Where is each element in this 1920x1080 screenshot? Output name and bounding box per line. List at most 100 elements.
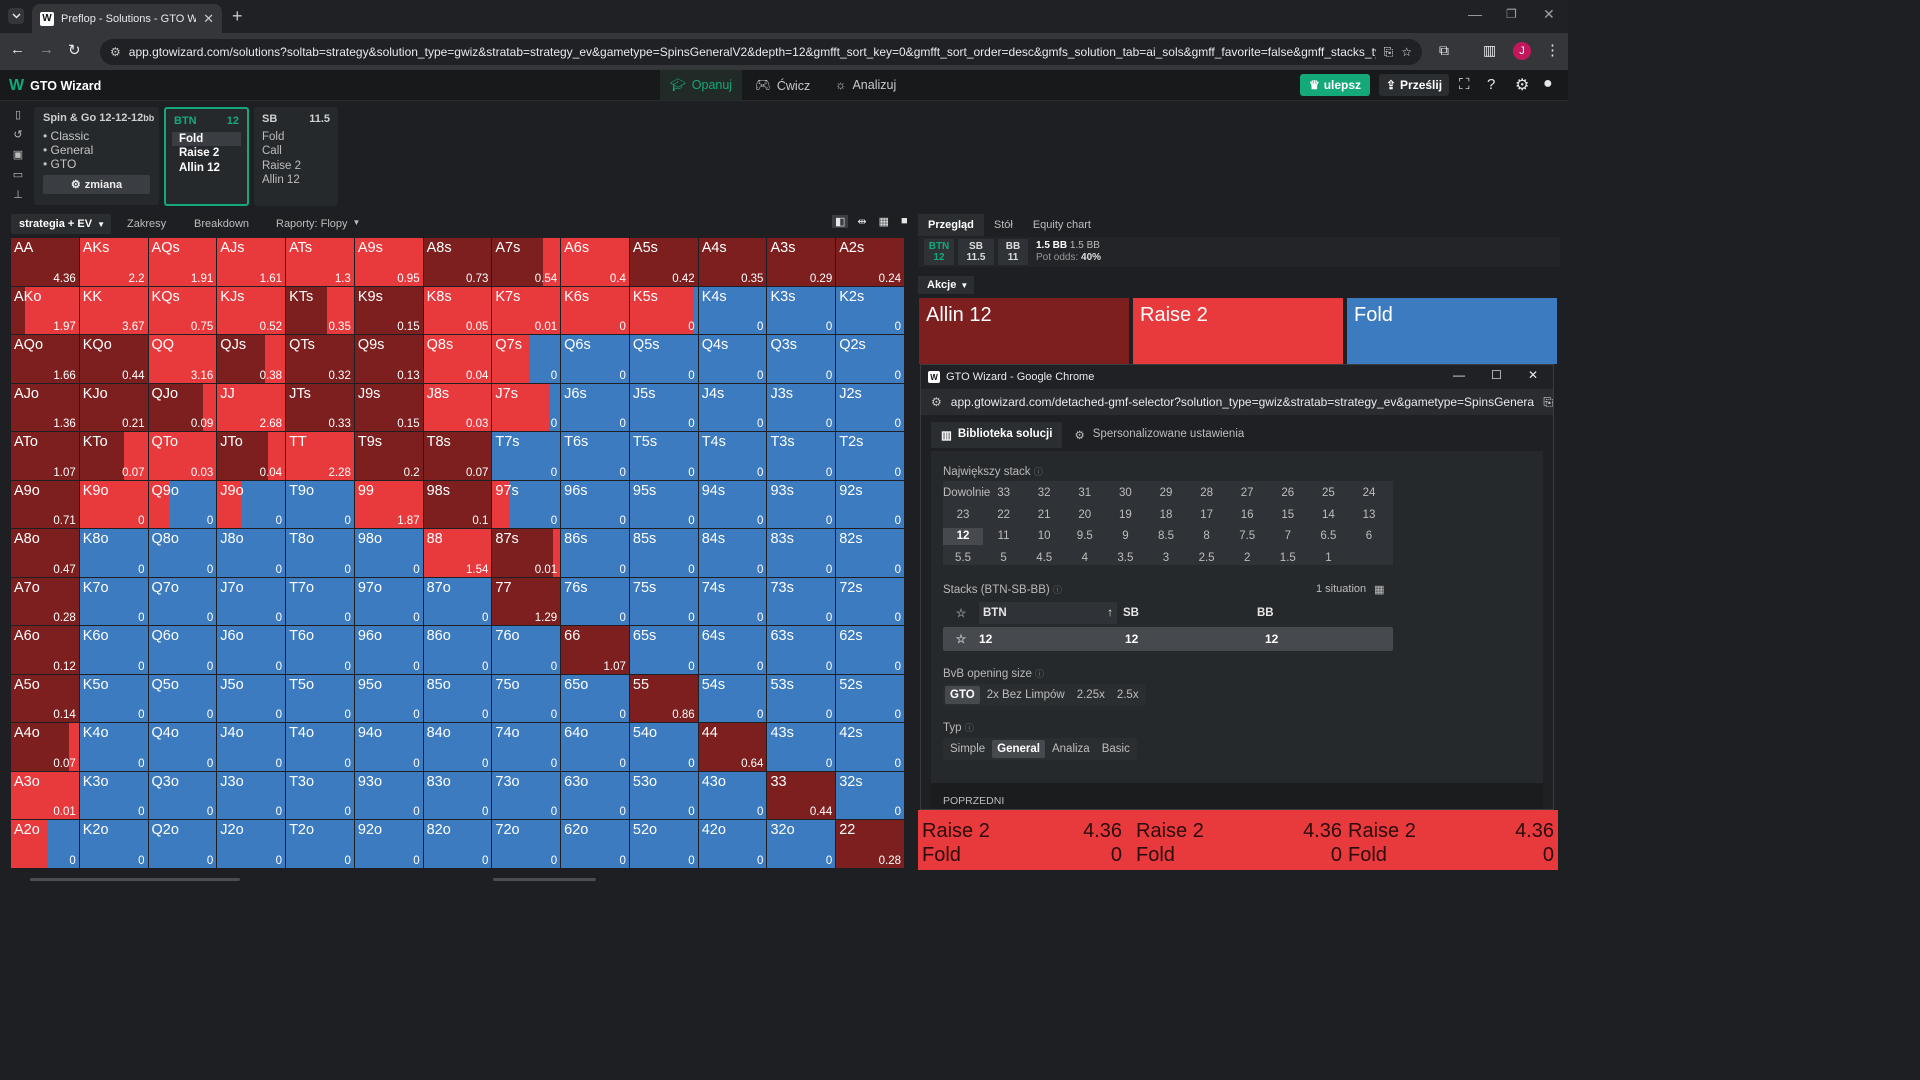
- stack-option[interactable]: 2.5: [1187, 550, 1227, 567]
- hand-cell-a3o[interactable]: A3o 0.01: [11, 771, 79, 820]
- hand-cell-44[interactable]: 44 0.64: [698, 723, 767, 771]
- hand-cell-96s[interactable]: 96s 0: [561, 480, 629, 529]
- btn-action-allin[interactable]: Allin 12: [172, 161, 239, 176]
- hand-cell-a2s[interactable]: A2s 0.24: [836, 238, 904, 286]
- hand-cell-a8o[interactable]: A8o 0.47: [11, 529, 79, 577]
- position-card-sb[interactable]: SB 11.5 Fold Call Raise 2 Allin 12: [254, 107, 338, 206]
- stack-option[interactable]: 7.5: [1227, 528, 1267, 545]
- hand-cell-94o[interactable]: 94o 0: [354, 723, 423, 771]
- hand-cell-j2o[interactable]: J2o 0: [217, 820, 286, 868]
- hand-cell-k6s[interactable]: K6s 0: [561, 286, 629, 335]
- stack-option[interactable]: 19: [1105, 507, 1145, 524]
- hand-cell-q4s[interactable]: Q4s 0: [698, 335, 767, 383]
- hand-cell-j4o[interactable]: J4o 0: [217, 723, 286, 771]
- depth-icon[interactable]: ⊥: [13, 188, 23, 201]
- hand-cell-q5s[interactable]: Q5s 0: [629, 335, 698, 383]
- stack-option[interactable]: 9.5: [1065, 528, 1105, 545]
- hand-cell-t4o[interactable]: T4o 0: [286, 723, 354, 771]
- hand-cell-33[interactable]: 33 0.44: [767, 771, 836, 820]
- strategy-dropdown[interactable]: strategia + EV ▼: [11, 214, 111, 234]
- type-option[interactable]: General: [992, 740, 1045, 758]
- hand-cell-j8o[interactable]: J8o 0: [217, 529, 286, 577]
- hand-cell-ajs[interactable]: AJs 1.61: [217, 238, 286, 286]
- stack-option[interactable]: 1: [1308, 550, 1348, 567]
- profile-avatar[interactable]: J: [1513, 42, 1531, 60]
- hand-cell-kk[interactable]: KK 3.67: [79, 286, 148, 335]
- seat-btn[interactable]: BTN 12: [924, 239, 954, 265]
- hand-cell-97s[interactable]: 97s 0: [492, 480, 561, 529]
- hand-cell-t4s[interactable]: T4s 0: [698, 432, 767, 480]
- hand-cell-66[interactable]: 66 1.07: [561, 626, 629, 674]
- hand-cell-j3o[interactable]: J3o 0: [217, 771, 286, 820]
- bookmark-icon[interactable]: ▯: [15, 108, 21, 121]
- hand-cell-qts[interactable]: QTs 0.32: [286, 335, 354, 383]
- hand-cell-a7s[interactable]: A7s 0.54: [492, 238, 561, 286]
- hand-cell-t7o[interactable]: T7o 0: [286, 577, 354, 626]
- hand-cell-t2s[interactable]: T2s 0: [836, 432, 904, 480]
- hand-cell-84o[interactable]: 84o 0: [423, 723, 492, 771]
- stack-option[interactable]: 30: [1105, 485, 1145, 502]
- hand-cell-kjs[interactable]: KJs 0.52: [217, 286, 286, 335]
- hand-cell-k9s[interactable]: K9s 0.15: [354, 286, 423, 335]
- stack-option[interactable]: 24: [1349, 485, 1389, 502]
- hand-cell-99[interactable]: 99 1.87: [354, 480, 423, 529]
- hand-cell-84s[interactable]: 84s 0: [698, 529, 767, 577]
- tab-equity-chart[interactable]: Equity chart: [1023, 214, 1101, 236]
- hand-cell-j2s[interactable]: J2s 0: [836, 383, 904, 432]
- settings-gear-icon[interactable]: ⚙: [1515, 75, 1529, 95]
- extensions-icon[interactable]: ⧉: [1439, 42, 1449, 59]
- tab-table[interactable]: Stół: [984, 214, 1023, 236]
- hand-cell-87s[interactable]: 87s 0.01: [492, 529, 561, 577]
- stack-option[interactable]: 5: [984, 550, 1024, 567]
- side-panel-icon[interactable]: ▥: [1483, 42, 1496, 59]
- hand-cell-98s[interactable]: 98s 0.1: [423, 480, 492, 529]
- hand-cell-42s[interactable]: 42s 0: [836, 723, 904, 771]
- hand-cell-ats[interactable]: ATs 1.3: [286, 238, 354, 286]
- forward-icon[interactable]: →: [39, 41, 54, 58]
- hand-cell-j6o[interactable]: J6o 0: [217, 626, 286, 674]
- hand-cell-ako[interactable]: AKo 1.97: [11, 286, 79, 335]
- hand-cell-77[interactable]: 77 1.29: [492, 577, 561, 626]
- bvb-option[interactable]: 2.25x: [1072, 686, 1110, 704]
- hand-cell-87o[interactable]: 87o 0: [423, 577, 492, 626]
- horizontal-scrollbar-2[interactable]: [493, 878, 596, 881]
- hand-cell-k5s[interactable]: K5s 0: [629, 286, 698, 335]
- hand-cell-q8o[interactable]: Q8o 0: [148, 529, 217, 577]
- stack-option[interactable]: 3.5: [1105, 550, 1145, 567]
- stack-option[interactable]: 8.5: [1146, 528, 1186, 545]
- hand-cell-k6o[interactable]: K6o 0: [79, 626, 148, 674]
- action-card-raise[interactable]: Raise 2: [1133, 298, 1343, 364]
- stack-option[interactable]: 6.5: [1308, 528, 1348, 545]
- history-icon[interactable]: ↺: [13, 128, 22, 141]
- stack-option[interactable]: 7: [1268, 528, 1308, 545]
- stack-option[interactable]: 33: [984, 485, 1024, 502]
- bvb-option[interactable]: GTO: [945, 686, 980, 704]
- hand-cell-22[interactable]: 22 0.28: [836, 820, 904, 868]
- hand-cell-75o[interactable]: 75o 0: [492, 674, 561, 723]
- hand-cell-a9s[interactable]: A9s 0.95: [354, 238, 423, 286]
- stack-option[interactable]: 12: [943, 528, 983, 545]
- hand-cell-j7o[interactable]: J7o 0: [217, 577, 286, 626]
- favorite-star-icon[interactable]: ☆: [943, 632, 979, 646]
- hand-cell-55[interactable]: 55 0.86: [629, 674, 698, 723]
- popup-minimize-icon[interactable]: —: [1453, 368, 1465, 382]
- hand-cell-a4o[interactable]: A4o 0.07: [11, 723, 79, 771]
- hand-cell-95s[interactable]: 95s 0: [629, 480, 698, 529]
- minimize-icon[interactable]: —: [1468, 6, 1482, 22]
- upgrade-button[interactable]: ♛ ulepsz: [1300, 74, 1370, 96]
- hand-cell-a8s[interactable]: A8s 0.73: [423, 238, 492, 286]
- stack-option[interactable]: 8: [1187, 528, 1227, 545]
- stack-option[interactable]: 31: [1065, 485, 1105, 502]
- stack-option[interactable]: 26: [1268, 485, 1308, 502]
- hand-cell-65s[interactable]: 65s 0: [629, 626, 698, 674]
- hand-cell-q3s[interactable]: Q3s 0: [767, 335, 836, 383]
- hand-cell-kjo[interactable]: KJo 0.21: [79, 383, 148, 432]
- hand-cell-54s[interactable]: 54s 0: [698, 674, 767, 723]
- hand-cell-q6s[interactable]: Q6s 0: [561, 335, 629, 383]
- hand-cell-q8s[interactable]: Q8s 0.04: [423, 335, 492, 383]
- star-icon[interactable]: ☆: [943, 606, 979, 620]
- hand-cell-kqo[interactable]: KQo 0.44: [79, 335, 148, 383]
- hand-cell-62s[interactable]: 62s 0: [836, 626, 904, 674]
- upload-button[interactable]: ⇪ Prześlij: [1379, 74, 1449, 96]
- hand-cell-74s[interactable]: 74s 0: [698, 577, 767, 626]
